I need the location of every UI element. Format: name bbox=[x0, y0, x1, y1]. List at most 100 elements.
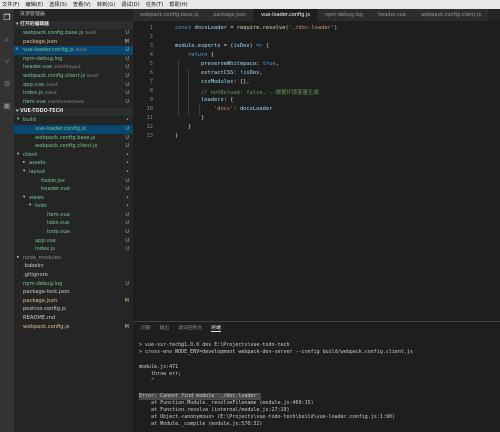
chevron-down-icon[interactable]: ▾ bbox=[17, 116, 19, 125]
code-line-8: // hotReload: false, --根据环境变量生成 bbox=[175, 90, 319, 96]
open-editor-item[interactable]: webpack.config.client.js build U bbox=[14, 72, 133, 81]
git-status-badge: U bbox=[125, 72, 129, 79]
code-line-13: } bbox=[175, 133, 179, 139]
git-status-badge: U bbox=[125, 55, 129, 62]
code-line-3: module.exports = (isDev) => { bbox=[175, 43, 270, 49]
panel-tab[interactable]: 调试控制台 bbox=[178, 324, 202, 331]
editor-tab[interactable]: header.vue bbox=[370, 9, 414, 21]
open-editor-item[interactable]: package.json M bbox=[14, 38, 133, 47]
project-header[interactable]: ▾ VUE-TODO-TECH bbox=[14, 108, 133, 117]
open-editor-label: item.vue client\views\todo bbox=[23, 98, 85, 105]
tree-item[interactable]: vue-loader.config.js U bbox=[14, 124, 133, 134]
tree-item[interactable]: README.md bbox=[14, 314, 133, 323]
tree-item[interactable]: ▸ node_modules bbox=[14, 254, 133, 263]
tree-item[interactable]: ▸ assets • bbox=[14, 159, 133, 168]
editor-tab[interactable]: webpack.config.client.js bbox=[413, 9, 489, 21]
tree-item[interactable]: index.js U bbox=[14, 245, 133, 254]
terminal-output[interactable]: > vue-ssr-tech@1.0.0 dev E:\Projects\vue… bbox=[139, 335, 496, 428]
menu-item-7[interactable]: 帮助(H) bbox=[169, 1, 187, 8]
tree-item[interactable]: header.vue U bbox=[14, 185, 133, 194]
open-editors-list: webpack.config.base.js build Upackage.json… bbox=[14, 29, 133, 106]
tree-item[interactable]: ▾ client • bbox=[14, 151, 133, 160]
line-number: 10 bbox=[146, 106, 154, 112]
code-editor[interactable]: 1 2 3 4 5 6 7 8 9 10 11 12 13 const docsLoader = req… bbox=[133, 21, 500, 321]
panel-tab[interactable]: 终端 bbox=[211, 324, 221, 332]
open-editor-item[interactable]: header.vue client\layout U bbox=[14, 63, 133, 72]
git-status-badge: M bbox=[124, 323, 129, 330]
chevron-down-icon[interactable]: ▾ bbox=[29, 202, 31, 211]
menu-item-6[interactable]: 任务(T) bbox=[146, 1, 164, 8]
line-number: 6 bbox=[149, 70, 153, 76]
close-icon[interactable]: × bbox=[15, 46, 19, 55]
tree-item[interactable]: ▾ build • bbox=[14, 116, 133, 125]
open-editor-item[interactable]: × vue-loader.config.js build U bbox=[14, 46, 133, 55]
open-editor-label: package.json bbox=[23, 38, 58, 45]
chevron-down-icon[interactable]: ▾ bbox=[17, 151, 19, 160]
tree-item-label: index.js bbox=[35, 246, 55, 253]
git-status-badge: • bbox=[126, 117, 129, 124]
editor-tab[interactable]: vue-loader.config.js bbox=[254, 9, 318, 21]
open-editor-item[interactable]: index.js client U bbox=[14, 89, 133, 98]
open-editor-path: build bbox=[85, 31, 96, 36]
tree-item[interactable]: footer.jsx U bbox=[14, 177, 133, 186]
tree-item-label: .babelrc bbox=[23, 263, 44, 270]
tree-item[interactable]: tabs.vue U bbox=[14, 219, 133, 228]
tree-item[interactable]: webpack.config.js M bbox=[14, 323, 133, 332]
chevron-down-icon[interactable]: ▾ bbox=[23, 168, 25, 177]
panel-tab[interactable]: 输出 bbox=[160, 324, 170, 331]
tree-item[interactable]: ▾ todo • bbox=[14, 202, 133, 211]
git-status-badge: U bbox=[125, 280, 129, 287]
git-status-badge: U bbox=[125, 143, 129, 150]
git-status-badge: • bbox=[126, 194, 129, 201]
chevron-right-icon[interactable]: ▸ bbox=[17, 254, 19, 263]
tree-item[interactable]: webpack.config.base.js U bbox=[14, 134, 133, 143]
open-editor-item[interactable]: app.vue client U bbox=[14, 81, 133, 90]
open-editor-path: client bbox=[45, 91, 57, 97]
git-status-badge: U bbox=[125, 125, 129, 132]
menu-item-0[interactable]: 文件(F) bbox=[2, 1, 19, 8]
git-icon[interactable]: ⑂ bbox=[2, 57, 12, 67]
tree-item-label: npm-debug.log bbox=[23, 280, 63, 287]
open-editors-header[interactable]: ▾ 打开的编辑器 bbox=[14, 21, 133, 29]
open-editor-item[interactable]: webpack.config.base.js build U bbox=[14, 29, 133, 38]
menu-item-2[interactable]: 选择(S) bbox=[49, 1, 67, 8]
code-line-6: extractCSS: !isDev, bbox=[200, 70, 263, 76]
menu-item-1[interactable]: 编辑(E) bbox=[25, 1, 43, 8]
tree-item[interactable]: ▾ layout • bbox=[14, 168, 133, 177]
menu-item-3[interactable]: 查看(V) bbox=[73, 1, 91, 8]
git-status-badge: • bbox=[126, 160, 129, 167]
chevron-right-icon[interactable]: ▸ bbox=[23, 159, 25, 168]
open-editor-item[interactable]: npm-debug.log U bbox=[14, 55, 133, 64]
search-icon[interactable]: ⌕ bbox=[2, 35, 12, 45]
tree-item[interactable]: package-lock.json bbox=[14, 288, 133, 297]
tree-item[interactable]: npm-debug.log U bbox=[14, 280, 133, 289]
editor-tabs: webpack.config.base.js package.json vue-lo… bbox=[133, 9, 500, 21]
editor-tab[interactable]: npm-debug.log bbox=[317, 9, 371, 21]
menu-item-5[interactable]: 调试(D) bbox=[121, 1, 139, 8]
tree-item-label: todo bbox=[35, 203, 47, 210]
terminal-line: at Function.resolve (internal/module.js:… bbox=[139, 406, 290, 413]
menu-item-4[interactable]: 转到(G) bbox=[97, 1, 115, 8]
editor-tab[interactable]: package.json bbox=[206, 9, 255, 21]
extensions-icon[interactable]: ▣ bbox=[2, 101, 12, 111]
tree-item-label: layout bbox=[29, 168, 46, 175]
editor-tab[interactable]: webpack.config.base.js bbox=[133, 9, 207, 21]
tree-item[interactable]: .babelrc bbox=[14, 262, 133, 271]
git-status-badge: U bbox=[125, 90, 129, 97]
open-editor-item[interactable]: item.vue client\views\todo U bbox=[14, 98, 133, 107]
tree-item[interactable]: todo.vue U bbox=[14, 228, 133, 237]
tree-item-label: tabs.vue bbox=[47, 220, 70, 227]
tree-item[interactable]: webpack.config.client.js U bbox=[14, 142, 133, 151]
tree-item[interactable]: ▾ views • bbox=[14, 194, 133, 203]
git-status-badge: U bbox=[125, 229, 129, 236]
tree-item[interactable]: app.vue U bbox=[14, 237, 133, 246]
tree-item[interactable]: item.vue U bbox=[14, 211, 133, 220]
chevron-down-icon[interactable]: ▾ bbox=[23, 194, 25, 203]
files-icon[interactable]: ❐ bbox=[2, 13, 12, 23]
tree-item[interactable]: .gitignore bbox=[14, 271, 133, 280]
panel-tab[interactable]: 问题 bbox=[141, 324, 151, 331]
debug-icon[interactable]: ⊘ bbox=[2, 79, 12, 89]
tree-item[interactable]: package.json M bbox=[14, 297, 133, 306]
tree-item[interactable]: postcss.config.js bbox=[14, 305, 133, 314]
